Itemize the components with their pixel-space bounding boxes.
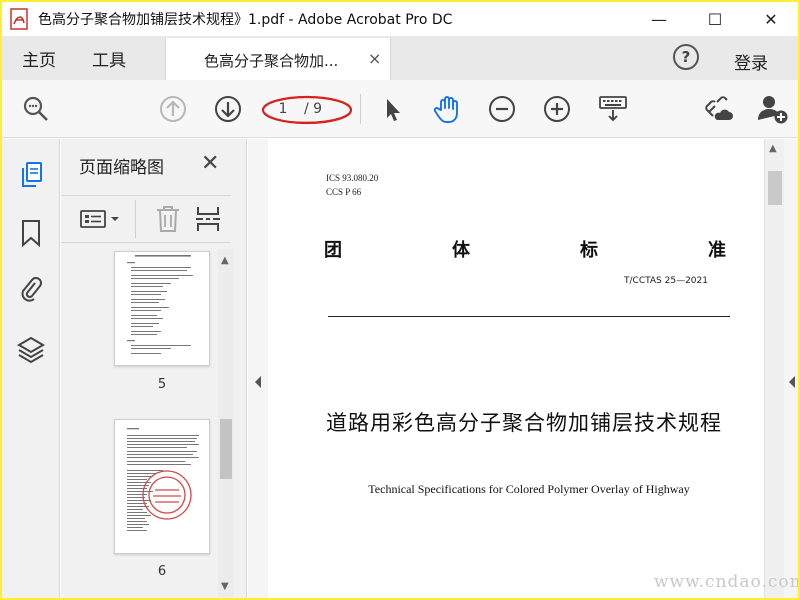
minimize-button[interactable]: — [636,2,682,36]
panel-toolbar-separator [135,200,136,238]
standard-code: T/CCTAS 25—2021 [624,276,708,286]
navigation-rail [2,139,60,598]
expand-left-arrow-icon[interactable] [787,375,797,389]
layers-icon[interactable] [15,333,47,365]
title-bar: 色高分子聚合物加铺层技术规程》1.pdf - Adobe Acrobat Pro… [2,2,798,36]
share-link-icon[interactable] [703,93,735,125]
thumbnails-panel: 页面缩略图 ✕ 5 6 ▲ ▼ [61,139,247,598]
collapse-left-arrow-icon[interactable] [253,375,263,389]
site-watermark: www.cndao.com [654,572,798,592]
bookmark-icon[interactable] [15,217,47,249]
standard-char: 准 [708,240,726,261]
document-scrollbar[interactable]: ▲ [764,139,784,598]
ics-code: ICS 93.080.20 [326,173,379,183]
search-zoom-icon[interactable] [20,93,52,125]
red-ellipse-annotation [261,95,353,125]
acrobat-app-icon [10,8,28,30]
add-user-icon[interactable] [757,93,789,125]
document-tab[interactable]: 色高分子聚合物加... × [165,38,391,80]
insert-pages-icon[interactable] [195,205,221,237]
standard-char: 团 [324,240,342,261]
right-panel-expand-strip[interactable] [784,139,798,598]
red-seal-stamp [142,470,192,520]
scroll-down-arrow-icon[interactable]: ▼ [221,581,229,592]
document-tab-close-button[interactable]: × [368,49,381,68]
standard-char: 标 [580,240,598,261]
attachment-paperclip-icon[interactable] [15,273,47,305]
keyboard-scroll-icon[interactable] [597,93,629,125]
thumbnails-scrollbar[interactable]: ▲ ▼ [218,249,234,598]
header-divider [328,316,730,317]
zoom-out-icon[interactable] [486,93,518,125]
trash-icon[interactable] [154,204,182,238]
tools-tab[interactable]: 工具 [92,46,126,71]
thumbnails-panel-title: 页面缩略图 [79,158,164,178]
thumbnails-panel-toolbar [61,195,231,243]
toolbar-separator [360,94,361,124]
thumbnail-options-icon[interactable] [79,208,123,234]
zoom-in-icon[interactable] [541,93,573,125]
standard-char: 体 [452,240,470,261]
thumbnails-scroll-thumb[interactable] [220,419,232,479]
hand-pan-icon[interactable] [431,93,463,125]
main-toolbar: 1 / 9 [2,80,798,138]
thumbnail-page-number: 6 [157,564,167,579]
acrobat-window: 色高分子聚合物加铺层技术规程》1.pdf - Adobe Acrobat Pro… [2,2,798,598]
window-title: 色高分子聚合物加铺层技术规程》1.pdf - Adobe Acrobat Pro… [38,12,453,28]
help-icon[interactable]: ? [673,44,699,70]
scroll-up-arrow-icon[interactable]: ▲ [769,143,777,154]
page-thumbnails-icon[interactable] [15,159,47,191]
cursor-arrow-icon[interactable] [376,93,408,125]
document-page: ICS 93.080.20 CCS P 66 团 体 标 准 T/CCTAS 2… [268,139,780,598]
scroll-up-arrow-icon[interactable]: ▲ [221,255,229,266]
group-standard-heading: 团 体 标 准 [324,236,726,262]
document-title-en: Technical Specifications for Colored Pol… [368,482,690,496]
thumbnail-page-number: 5 [157,377,167,392]
arrow-up-circle-icon[interactable] [157,93,189,125]
page-thumbnail[interactable] [114,419,210,554]
page-thumbnail[interactable] [114,251,210,366]
close-window-button[interactable]: ✕ [748,2,794,36]
document-title-cn: 道路用彩色高分子聚合物加铺层技术规程 [326,411,722,435]
thumbnails-panel-close-button[interactable]: ✕ [201,151,219,176]
left-panel-collapse-strip[interactable] [248,139,268,598]
ccs-code: CCS P 66 [326,187,362,197]
document-tab-label: 色高分子聚合物加... [204,52,339,70]
maximize-button[interactable]: ☐ [692,2,738,36]
login-button[interactable]: 登录 [734,49,768,74]
arrow-down-circle-icon[interactable] [212,93,244,125]
tab-bar: 主页 工具 色高分子聚合物加... × ? 登录 [2,36,798,80]
home-tab[interactable]: 主页 [22,46,56,71]
document-scroll-thumb[interactable] [768,171,782,205]
